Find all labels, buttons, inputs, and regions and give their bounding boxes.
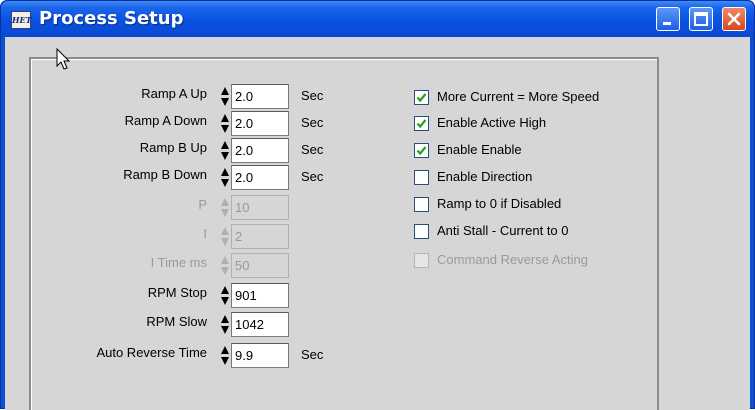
checkbox-label: Enable Enable [437, 142, 522, 157]
unit-label: Sec [301, 169, 324, 184]
option-checkbox [414, 253, 429, 268]
value-input[interactable]: 2.0 [231, 84, 289, 109]
spinner-icon[interactable] [220, 283, 230, 308]
spinner-icon[interactable] [220, 165, 230, 190]
field-label: Ramp B Up [139, 140, 207, 155]
value-input: 2 [231, 224, 289, 249]
close-button[interactable] [722, 7, 746, 31]
value-input[interactable]: 901 [231, 283, 289, 308]
value-input[interactable]: 2.0 [231, 138, 289, 163]
app-icon: HET [11, 11, 32, 29]
field-label: RPM Stop [147, 285, 207, 300]
value-input: 10 [231, 195, 289, 220]
check-icon [416, 146, 427, 156]
maximize-icon [694, 12, 708, 26]
mouse-cursor-icon [56, 48, 71, 70]
field-label: Ramp B Down [123, 167, 207, 182]
window-title: Process Setup [39, 8, 184, 29]
field-label: I [203, 226, 207, 241]
value-input[interactable]: 2.0 [231, 111, 289, 136]
minimize-button[interactable] [656, 7, 680, 31]
option-checkbox[interactable] [414, 197, 429, 212]
spinner-icon[interactable] [220, 312, 230, 337]
maximize-button[interactable] [689, 7, 713, 31]
title-bar[interactable]: HET Process Setup [1, 1, 754, 37]
minimize-icon [663, 22, 671, 25]
close-icon [727, 12, 741, 26]
check-icon [416, 119, 427, 129]
spinner-icon[interactable] [220, 111, 230, 136]
option-checkbox[interactable] [414, 143, 429, 158]
value-input[interactable]: 1042 [231, 312, 289, 337]
unit-label: Sec [301, 347, 324, 362]
process-setup-window: HET Process Setup Ramp A Up 2.0 Sec Ramp A … [0, 0, 755, 410]
dialog-client-area: Ramp A Up 2.0 Sec Ramp A Down 2.0 Sec Ramp B U… [5, 37, 750, 410]
option-checkbox[interactable] [414, 90, 429, 105]
spinner-icon[interactable] [220, 343, 230, 368]
checkbox-label: Anti Stall - Current to 0 [437, 223, 569, 238]
field-label: Ramp A Down [124, 113, 207, 128]
checkbox-label: More Current = More Speed [437, 89, 600, 104]
value-input[interactable]: 2.0 [231, 165, 289, 190]
option-checkbox[interactable] [414, 170, 429, 185]
option-checkbox[interactable] [414, 224, 429, 239]
checkbox-label: Command Reverse Acting [437, 252, 589, 267]
unit-label: Sec [301, 88, 324, 103]
unit-label: Sec [301, 115, 324, 130]
spinner-icon [221, 227, 229, 246]
spinner-icon[interactable] [220, 84, 230, 109]
field-label: Ramp A Up [141, 86, 207, 101]
spinner-icon [221, 256, 229, 275]
check-icon [416, 93, 427, 103]
value-input[interactable]: 9.9 [231, 343, 289, 368]
value-input: 50 [231, 253, 289, 278]
checkbox-label: Enable Active High [437, 115, 547, 130]
checkbox-label: Enable Direction [437, 169, 533, 184]
field-label: I Time ms [150, 255, 207, 270]
unit-label: Sec [301, 142, 324, 157]
spinner-icon[interactable] [220, 138, 230, 163]
field-label: RPM Slow [146, 314, 207, 329]
field-label: Auto Reverse Time [96, 345, 207, 360]
checkbox-label: Ramp to 0 if Disabled [437, 196, 562, 211]
field-label: P [198, 197, 207, 212]
spinner-icon [221, 198, 229, 217]
option-checkbox[interactable] [414, 116, 429, 131]
